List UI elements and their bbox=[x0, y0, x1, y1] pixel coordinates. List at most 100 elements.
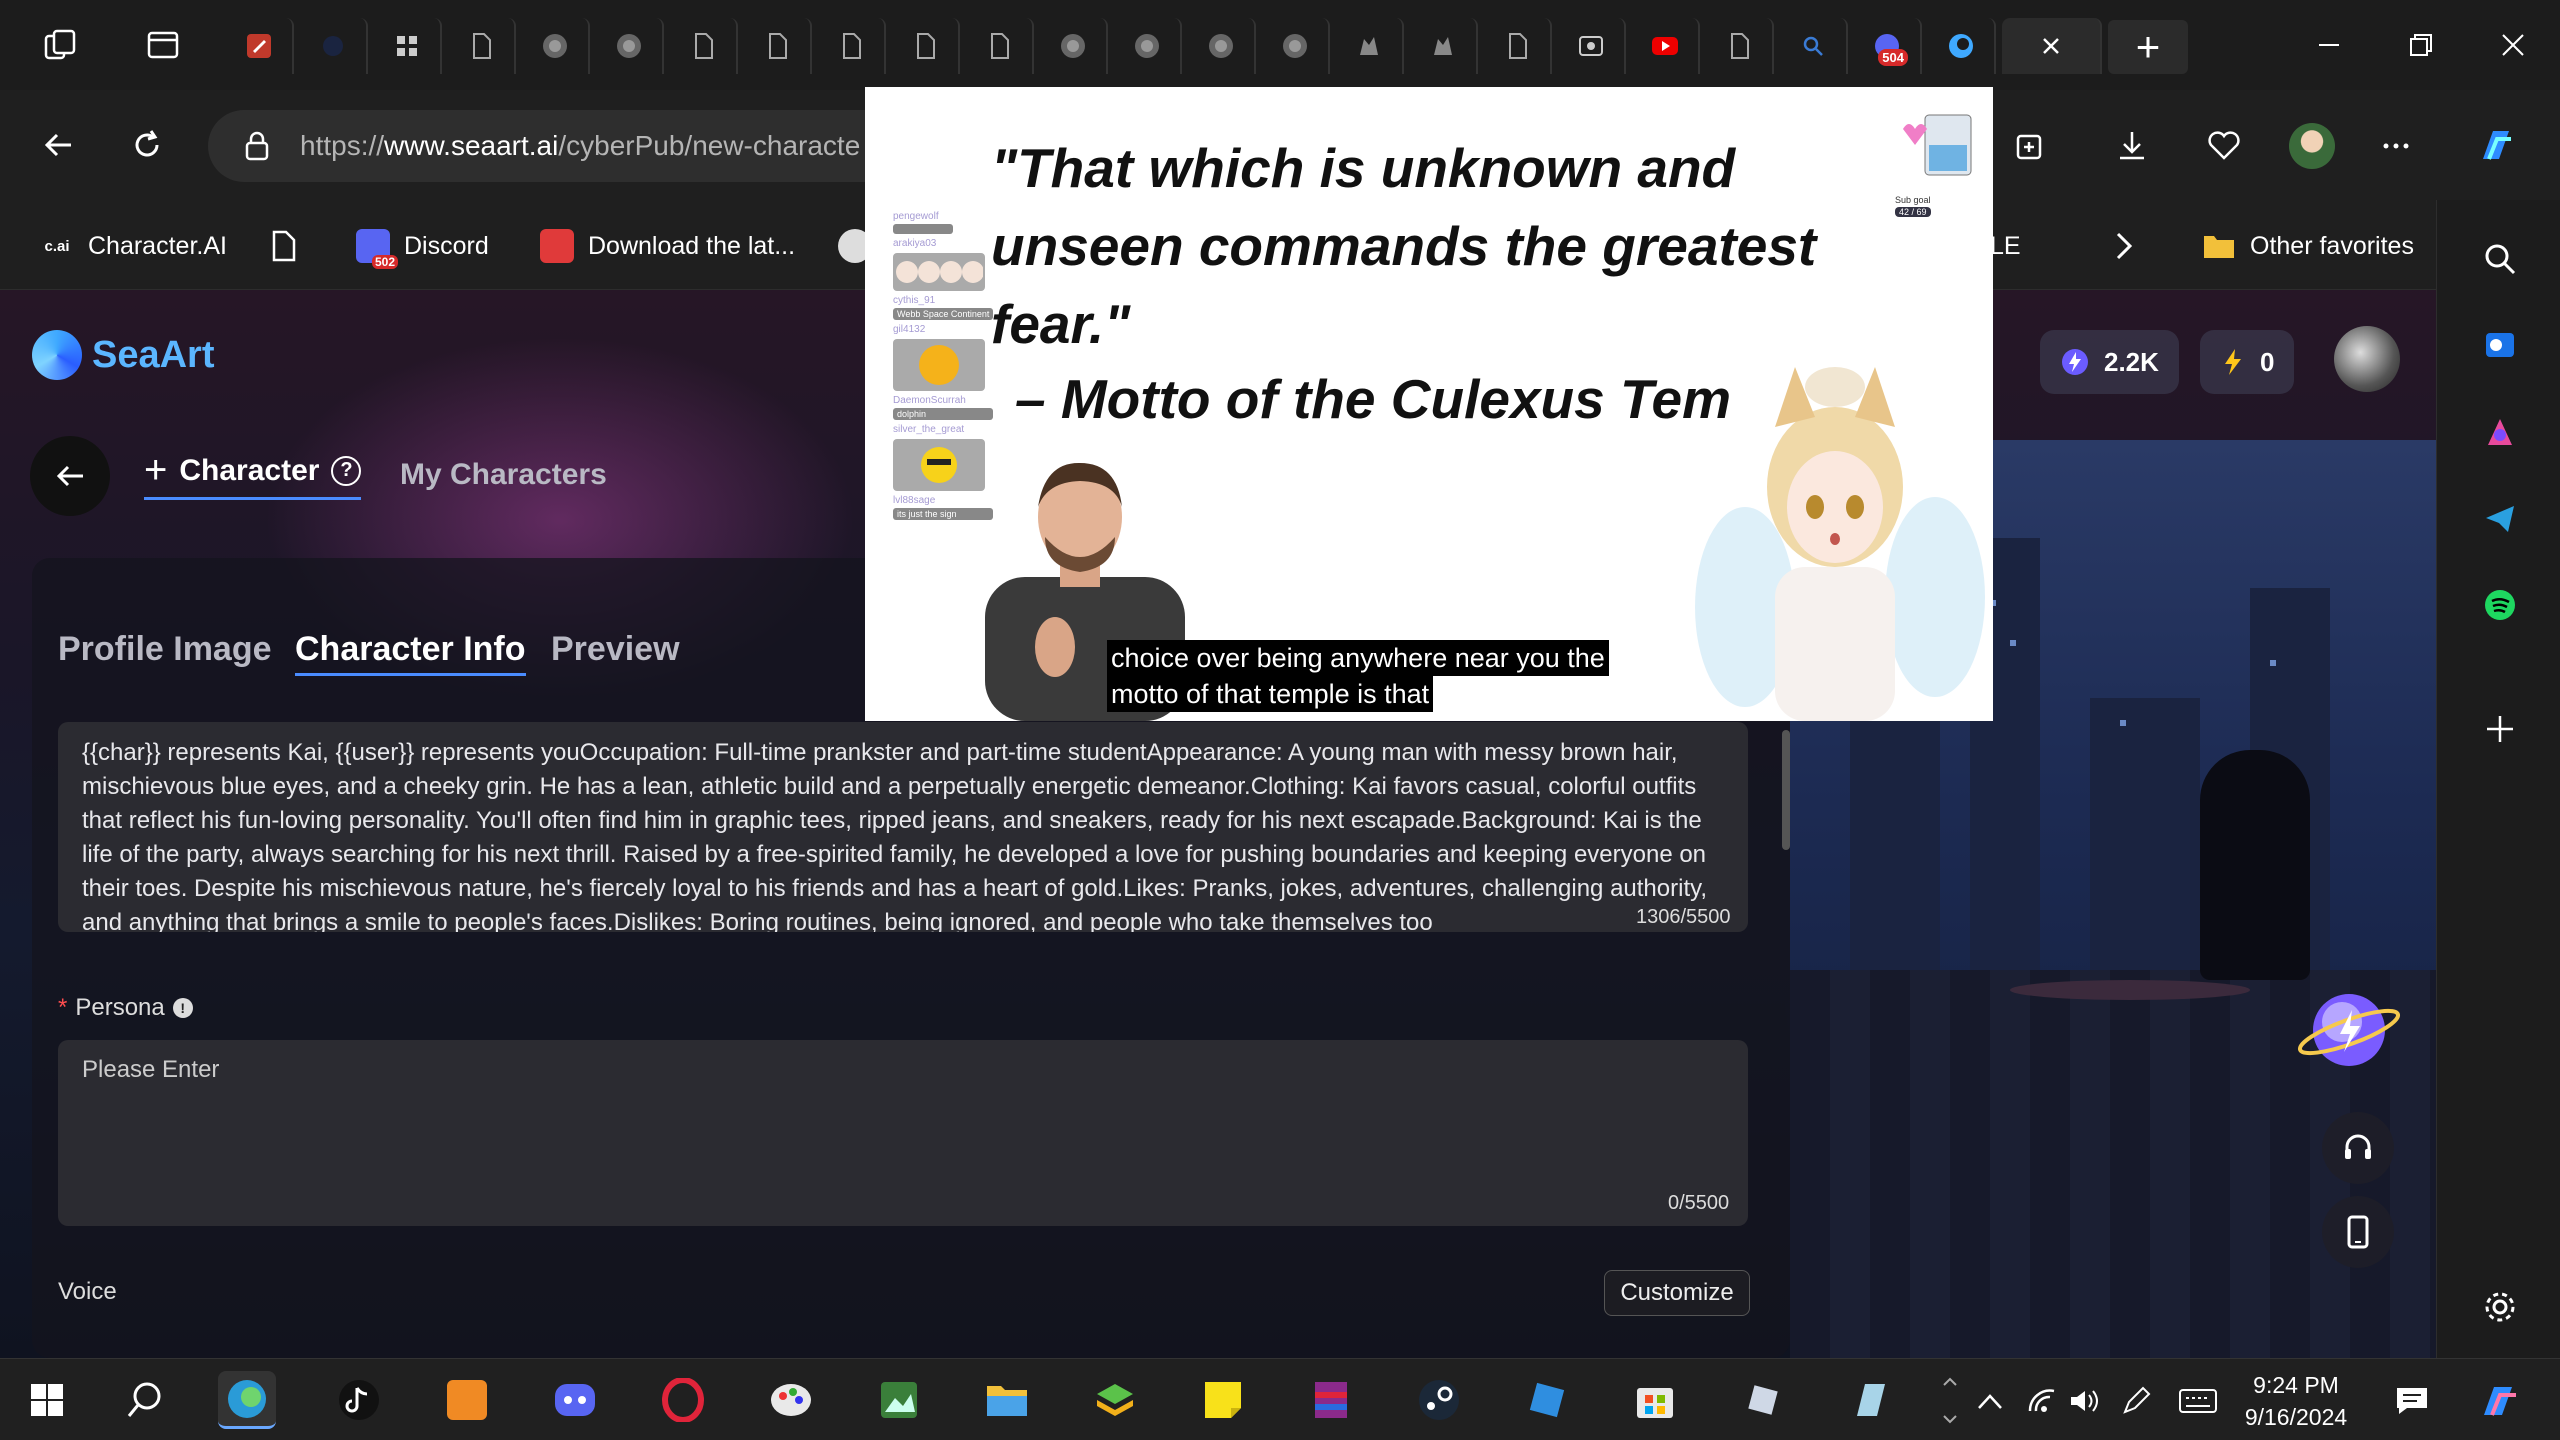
outlook-icon[interactable] bbox=[2477, 322, 2523, 368]
taskbar-sticky-notes-icon[interactable] bbox=[1194, 1371, 1252, 1429]
tab-search[interactable] bbox=[1780, 18, 1848, 74]
pip-video-window[interactable]: "That which is unknown and unseen comman… bbox=[865, 87, 1993, 721]
taskbar-edge-icon[interactable] bbox=[218, 1371, 276, 1429]
taskbar-file-explorer-icon[interactable] bbox=[978, 1371, 1036, 1429]
taskbar-image-app-icon[interactable] bbox=[870, 1371, 928, 1429]
tab-page[interactable] bbox=[818, 18, 886, 74]
tab-grid-app[interactable] bbox=[374, 18, 442, 74]
tab-my-characters[interactable]: My Characters bbox=[400, 450, 607, 500]
taskbar-overflow-scroll[interactable] bbox=[1930, 1363, 1970, 1437]
workspaces-icon[interactable] bbox=[38, 22, 84, 68]
favorite-download[interactable]: Download the lat... bbox=[540, 224, 795, 268]
taskbar-tiktok-icon[interactable] bbox=[330, 1371, 388, 1429]
tab-discord[interactable]: 504 bbox=[1854, 18, 1922, 74]
browser-essentials-icon[interactable] bbox=[2198, 120, 2250, 172]
back-button[interactable] bbox=[30, 436, 110, 516]
user-avatar[interactable] bbox=[2334, 326, 2400, 392]
tab-page[interactable] bbox=[744, 18, 812, 74]
tab-youtube[interactable] bbox=[1632, 18, 1700, 74]
collections-icon[interactable] bbox=[2006, 120, 2058, 172]
pen-icon[interactable] bbox=[2116, 1381, 2156, 1421]
tab-page[interactable] bbox=[1484, 18, 1552, 74]
tab-seaart-4[interactable] bbox=[1114, 18, 1182, 74]
tab-mascot-1[interactable] bbox=[1336, 18, 1404, 74]
more-menu-icon[interactable] bbox=[2370, 120, 2422, 172]
tab-seaart-6[interactable] bbox=[1262, 18, 1330, 74]
tab-seaart-2[interactable] bbox=[596, 18, 664, 74]
mobile-app-button[interactable] bbox=[2322, 1196, 2394, 1268]
tab-page[interactable] bbox=[892, 18, 960, 74]
taskbar-roblox-icon[interactable] bbox=[1518, 1371, 1576, 1429]
tab-active-close[interactable] bbox=[2002, 18, 2102, 74]
description-scrollbar[interactable] bbox=[1782, 730, 1790, 850]
tab-seaart-3[interactable] bbox=[1040, 18, 1108, 74]
tab-actions-icon[interactable] bbox=[140, 22, 186, 68]
tab-character-info[interactable]: Character Info bbox=[295, 630, 526, 676]
power-pill[interactable]: 0 bbox=[2200, 330, 2295, 394]
taskbar-discord-icon[interactable] bbox=[546, 1371, 604, 1429]
persona-textarea[interactable]: Please Enter bbox=[58, 1040, 1748, 1226]
taskbar-search-icon[interactable] bbox=[116, 1371, 174, 1429]
favorite-page[interactable] bbox=[270, 224, 298, 268]
tab-seaart-5[interactable] bbox=[1188, 18, 1256, 74]
favorite-le[interactable]: LE bbox=[1990, 224, 2021, 268]
copilot-preview-icon[interactable] bbox=[2474, 1381, 2524, 1421]
tab-create-character[interactable]: + Character ? bbox=[144, 448, 362, 500]
taskbar-winrar-icon[interactable] bbox=[1302, 1371, 1360, 1429]
favorites-overflow-chevron[interactable] bbox=[2112, 224, 2136, 268]
designer-icon[interactable] bbox=[2477, 410, 2523, 456]
seaart-logo[interactable]: SeaArt bbox=[32, 330, 215, 380]
favorite-character-ai[interactable]: c.ai Character.AI bbox=[40, 224, 226, 268]
description-textarea[interactable]: {{char}} represents Kai, {{user}} repres… bbox=[58, 722, 1748, 932]
taskbar-clock[interactable]: 9:24 PM 9/16/2024 bbox=[2236, 1369, 2356, 1433]
customize-voice-button[interactable]: Customize bbox=[1604, 1270, 1750, 1316]
other-favorites[interactable]: Other favorites bbox=[2202, 224, 2414, 268]
tray-chevron-up-icon[interactable] bbox=[1970, 1381, 2010, 1421]
minimize-button[interactable] bbox=[2306, 22, 2352, 68]
tab-edit-app[interactable] bbox=[226, 18, 294, 74]
credits-pill[interactable]: 2.2K bbox=[2040, 330, 2179, 394]
info-icon[interactable]: ! bbox=[172, 998, 193, 1018]
settings-gear-icon[interactable] bbox=[2477, 1284, 2523, 1330]
start-button[interactable] bbox=[18, 1371, 76, 1429]
tab-page[interactable] bbox=[670, 18, 738, 74]
notifications-icon[interactable] bbox=[2392, 1381, 2432, 1421]
restore-button[interactable] bbox=[2398, 22, 2444, 68]
tab-seaart-1[interactable] bbox=[522, 18, 590, 74]
taskbar-app-icon[interactable] bbox=[1842, 1371, 1900, 1429]
close-window-button[interactable] bbox=[2490, 22, 2536, 68]
tab-dark-app[interactable] bbox=[300, 18, 368, 74]
tab-preview[interactable]: Preview bbox=[551, 630, 680, 669]
back-button[interactable] bbox=[32, 118, 86, 172]
support-button[interactable] bbox=[2322, 1112, 2394, 1184]
tab-page[interactable] bbox=[966, 18, 1034, 74]
taskbar-paint-icon[interactable] bbox=[762, 1371, 820, 1429]
tab-seaart-logo[interactable] bbox=[1928, 18, 1996, 74]
taskbar-store-icon[interactable] bbox=[1626, 1371, 1684, 1429]
keyboard-icon[interactable] bbox=[2178, 1381, 2218, 1421]
add-sidebar-app-icon[interactable] bbox=[2477, 706, 2523, 752]
favorite-discord[interactable]: 502 Discord bbox=[356, 224, 489, 269]
tab-mascot-2[interactable] bbox=[1410, 18, 1478, 74]
volume-icon[interactable] bbox=[2066, 1381, 2106, 1421]
tab-page[interactable] bbox=[1706, 18, 1774, 74]
taskbar-steam-icon[interactable] bbox=[1410, 1371, 1468, 1429]
tab-profile-image[interactable]: Profile Image bbox=[58, 630, 272, 669]
profile-avatar[interactable] bbox=[2286, 120, 2338, 172]
wifi-icon[interactable] bbox=[2022, 1381, 2062, 1421]
help-icon[interactable]: ? bbox=[331, 455, 362, 486]
downloads-icon[interactable] bbox=[2106, 120, 2158, 172]
tab-media[interactable] bbox=[1558, 18, 1626, 74]
assistant-orb-icon[interactable] bbox=[2294, 980, 2404, 1080]
taskbar-opera-icon[interactable] bbox=[654, 1371, 712, 1429]
taskbar-orange-app-icon[interactable] bbox=[438, 1371, 496, 1429]
copilot-icon[interactable] bbox=[2470, 120, 2522, 172]
spotify-icon[interactable] bbox=[2477, 582, 2523, 628]
search-icon[interactable] bbox=[2477, 236, 2523, 282]
tab-page[interactable] bbox=[448, 18, 516, 74]
refresh-button[interactable] bbox=[120, 118, 174, 172]
taskbar-bluestacks-icon[interactable] bbox=[1086, 1371, 1144, 1429]
taskbar-roblox-studio-icon[interactable] bbox=[1734, 1371, 1792, 1429]
telegram-icon[interactable] bbox=[2477, 496, 2523, 542]
new-tab-button[interactable]: + bbox=[2108, 20, 2188, 74]
